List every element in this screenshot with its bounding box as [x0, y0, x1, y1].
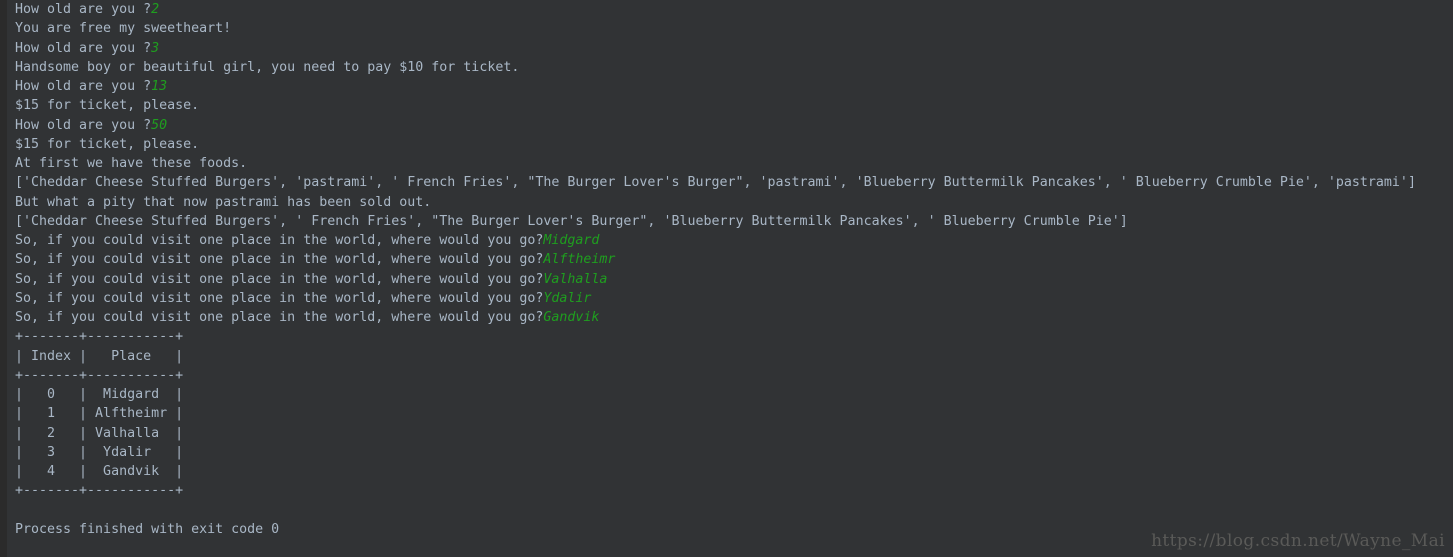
- user-input-echo: 2: [151, 2, 160, 17]
- user-input-echo: 50: [151, 117, 168, 133]
- console-output-line: ['Cheddar Cheese Stuffed Burgers', 'past…: [15, 175, 1416, 191]
- console-output-line: | 3 | Ydalir |: [15, 444, 184, 460]
- prompt-text: So, if you could visit one place in the …: [15, 233, 544, 248]
- console-output-line: ['Cheddar Cheese Stuffed Burgers', ' Fre…: [15, 213, 1128, 229]
- console-left-gutter: [0, 0, 7, 557]
- prompt-text: How old are you ?: [15, 117, 152, 133]
- console-output-line: $15 for ticket, please.: [15, 136, 200, 152]
- console-output-line: +-------+-----------+: [15, 483, 184, 499]
- prompt-text: So, if you could visit one place in the …: [15, 310, 544, 325]
- console-prompt-line: So, if you could visit one place in the …: [15, 250, 1453, 269]
- console-prompt-line: So, if you could visit one place in the …: [15, 289, 1453, 308]
- console-output-text: How old are you ?2 You are free my sweeth…: [15, 0, 1453, 539]
- console-prompt-line: How old are you ?50: [15, 116, 1453, 135]
- console-prompt-line: How old are you ?2: [15, 0, 1453, 19]
- console-output-line: Handsome boy or beautiful girl, you need…: [15, 59, 520, 75]
- user-input-echo: Midgard: [543, 233, 600, 248]
- console-prompt-line: So, if you could visit one place in the …: [15, 308, 1453, 327]
- console-output-line: You are free my sweetheart!: [15, 21, 232, 37]
- console-output-line: | 1 | Alftheimr |: [15, 406, 184, 422]
- blog-watermark: https://blog.csdn.net/Wayne_Mai: [1151, 531, 1445, 551]
- prompt-text: How old are you ?: [15, 2, 152, 17]
- console-output-line: +-------+-----------+: [15, 329, 184, 345]
- prompt-text: How old are you ?: [15, 40, 152, 56]
- console-output-line: | Index | Place |: [15, 348, 184, 364]
- console-prompt-line: How old are you ?13: [15, 77, 1453, 96]
- prompt-text: So, if you could visit one place in the …: [15, 290, 544, 306]
- console-output-line: | 2 | Valhalla |: [15, 425, 184, 441]
- run-console-panel[interactable]: How old are you ?2 You are free my sweeth…: [0, 0, 1453, 557]
- user-input-echo: Valhalla: [543, 271, 608, 287]
- user-input-echo: Alftheimr: [543, 252, 616, 268]
- console-prompt-line: So, if you could visit one place in the …: [15, 231, 1453, 250]
- console-output-line: But what a pity that now pastrami has be…: [15, 194, 432, 210]
- prompt-text: So, if you could visit one place in the …: [15, 252, 544, 268]
- console-output-line: At first we have these foods.: [15, 156, 248, 171]
- user-input-echo: 13: [151, 79, 168, 94]
- console-output-line: | 4 | Gandvik |: [15, 464, 184, 479]
- console-output-line: $15 for ticket, please.: [15, 98, 200, 114]
- console-prompt-line: How old are you ?3: [15, 39, 1453, 58]
- console-output-line: +-------+-----------+: [15, 367, 184, 383]
- user-input-echo: 3: [151, 40, 160, 56]
- user-input-echo: Gandvik: [543, 310, 600, 325]
- console-prompt-line: So, if you could visit one place in the …: [15, 270, 1453, 289]
- prompt-text: How old are you ?: [15, 79, 152, 94]
- console-output-line: | 0 | Midgard |: [15, 387, 184, 402]
- prompt-text: So, if you could visit one place in the …: [15, 271, 544, 287]
- user-input-echo: Ydalir: [543, 290, 592, 306]
